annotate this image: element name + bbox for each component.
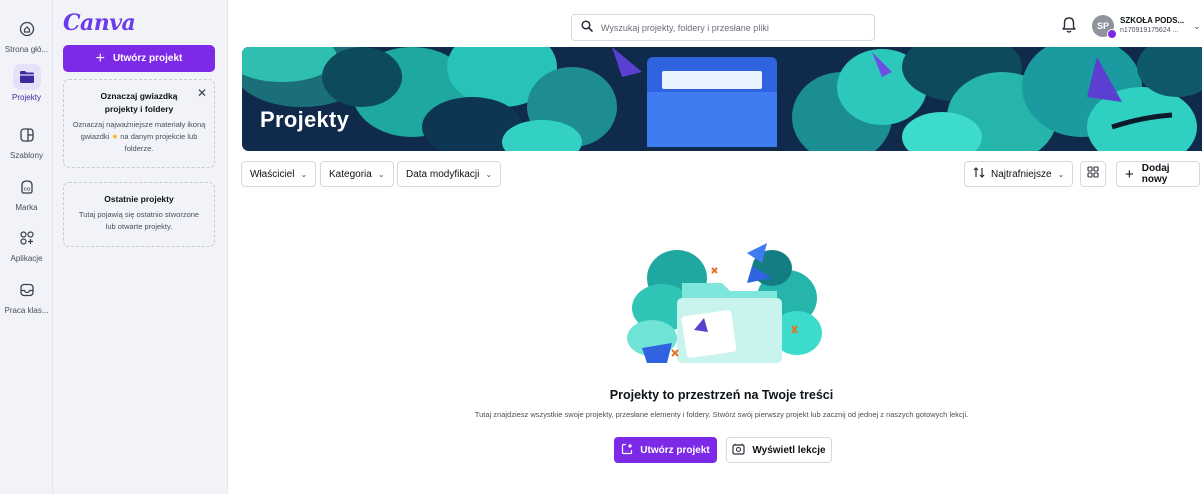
rail-item-apps[interactable]: Aplikacje xyxy=(0,225,53,263)
rail-label-home: Strona głó... xyxy=(4,45,49,54)
rail-item-classwork[interactable]: Praca klas... xyxy=(0,277,53,315)
category-filter[interactable]: Kategoria ⌄ xyxy=(320,161,394,187)
chevron-down-icon: ⌄ xyxy=(377,169,385,179)
avatar: SP xyxy=(1092,15,1117,39)
sort-dropdown[interactable]: Najtrafniejsze ⌄ xyxy=(964,161,1074,187)
chevron-down-icon: ⌄ xyxy=(300,169,308,179)
search-icon xyxy=(581,19,593,37)
add-new-button[interactable]: + Dodaj nowy xyxy=(1116,161,1200,187)
sort-label: Najtrafniejsze xyxy=(991,168,1052,180)
home-icon xyxy=(13,16,41,42)
rail-label-classwork: Praca klas... xyxy=(4,306,49,315)
plus-icon: + xyxy=(1125,165,1134,183)
rail-label-templates: Szablony xyxy=(10,151,43,160)
new-design-icon xyxy=(621,443,633,458)
rail-label-apps: Aplikacje xyxy=(10,254,43,263)
close-icon[interactable]: ✕ xyxy=(197,86,207,100)
recent-projects-text: Tutaj pojawią się ostatnio stworzone lub… xyxy=(78,210,200,231)
page-title: Projekty xyxy=(260,107,350,132)
create-project-label: Utwórz projekt xyxy=(112,53,183,64)
left-rail: Strona głó... Projekty Szablony CO Marka… xyxy=(0,0,53,494)
projects-banner: Projekty xyxy=(242,47,1202,151)
owner-filter-label: Właściciel xyxy=(250,168,295,180)
rail-item-brand[interactable]: CO Marka xyxy=(0,174,53,212)
create-project-button[interactable]: + Utwórz projekt xyxy=(63,45,215,72)
apps-icon xyxy=(13,225,41,251)
account-name: SZKOŁA PODS... xyxy=(1120,16,1185,25)
star-tip-title: Oznaczaj gwiazdką projekty i foldery xyxy=(100,91,178,114)
empty-state-title: Projekty to przestrzeń na Twoje treści xyxy=(609,388,834,402)
empty-state-illustration xyxy=(627,243,822,363)
plus-icon: + xyxy=(95,49,105,67)
modified-date-filter-label: Data modyfikacji xyxy=(406,168,480,180)
empty-state-create-button[interactable]: Utwórz projekt xyxy=(614,437,717,463)
modified-date-filter[interactable]: Data modyfikacji ⌄ xyxy=(397,161,502,187)
category-filter-label: Kategoria xyxy=(329,168,372,180)
chevron-down-icon: ⌄ xyxy=(485,169,493,179)
add-new-label: Dodaj nowy xyxy=(1141,163,1170,185)
rail-label-projects: Projekty xyxy=(12,93,41,102)
search-input[interactable] xyxy=(601,22,871,33)
side-panel: Canva + Utwórz projekt ✕ Oznaczaj gwiazd… xyxy=(53,0,228,494)
banner-illustration xyxy=(242,47,1202,151)
templates-icon xyxy=(13,122,41,148)
grid-view-icon xyxy=(1087,165,1099,183)
star-tip-text: Oznaczaj najważniejsze materiały ikoną g… xyxy=(72,120,206,153)
star-tip-card: ✕ Oznaczaj gwiazdką projekty i foldery O… xyxy=(63,79,215,168)
recent-projects-title: Ostatnie projekty xyxy=(104,194,174,204)
rail-item-projects[interactable]: Projekty xyxy=(0,64,53,102)
folder-icon xyxy=(12,64,41,90)
account-menu[interactable]: SP SZKOŁA PODS... n170919175624 ... ⌄ xyxy=(1092,15,1201,39)
svg-text:CO: CO xyxy=(23,187,30,192)
sort-icon xyxy=(973,167,985,181)
brand-icon: CO xyxy=(13,174,41,200)
empty-state-description: Tutaj znajdziesz wszystkie swoje projekt… xyxy=(474,410,969,419)
notifications-bell-icon[interactable] xyxy=(1061,16,1079,36)
recent-projects-card: Ostatnie projekty Tutaj pojawią się osta… xyxy=(63,182,215,247)
rail-item-templates[interactable]: Szablony xyxy=(0,122,53,160)
view-lessons-button[interactable]: Wyświetl lekcje xyxy=(726,437,832,463)
rail-label-brand: Marka xyxy=(15,203,38,212)
account-badge xyxy=(1107,29,1117,39)
inbox-icon xyxy=(13,277,41,303)
empty-state-create-label: Utwórz projekt xyxy=(640,444,710,456)
canva-logo[interactable]: Canva xyxy=(63,10,136,36)
grid-view-toggle[interactable] xyxy=(1080,161,1106,187)
account-id: n170919175624 ... xyxy=(1120,27,1179,34)
rail-item-home[interactable]: Strona głó... xyxy=(0,16,53,54)
lessons-icon xyxy=(732,443,745,458)
star-icon: ★ xyxy=(111,132,119,141)
chevron-down-icon: ⌄ xyxy=(1057,169,1065,179)
chevron-down-icon: ⌄ xyxy=(1193,20,1201,31)
search-bar[interactable] xyxy=(571,14,875,41)
owner-filter[interactable]: Właściciel ⌄ xyxy=(241,161,317,187)
view-lessons-label: Wyświetl lekcje xyxy=(752,444,826,456)
